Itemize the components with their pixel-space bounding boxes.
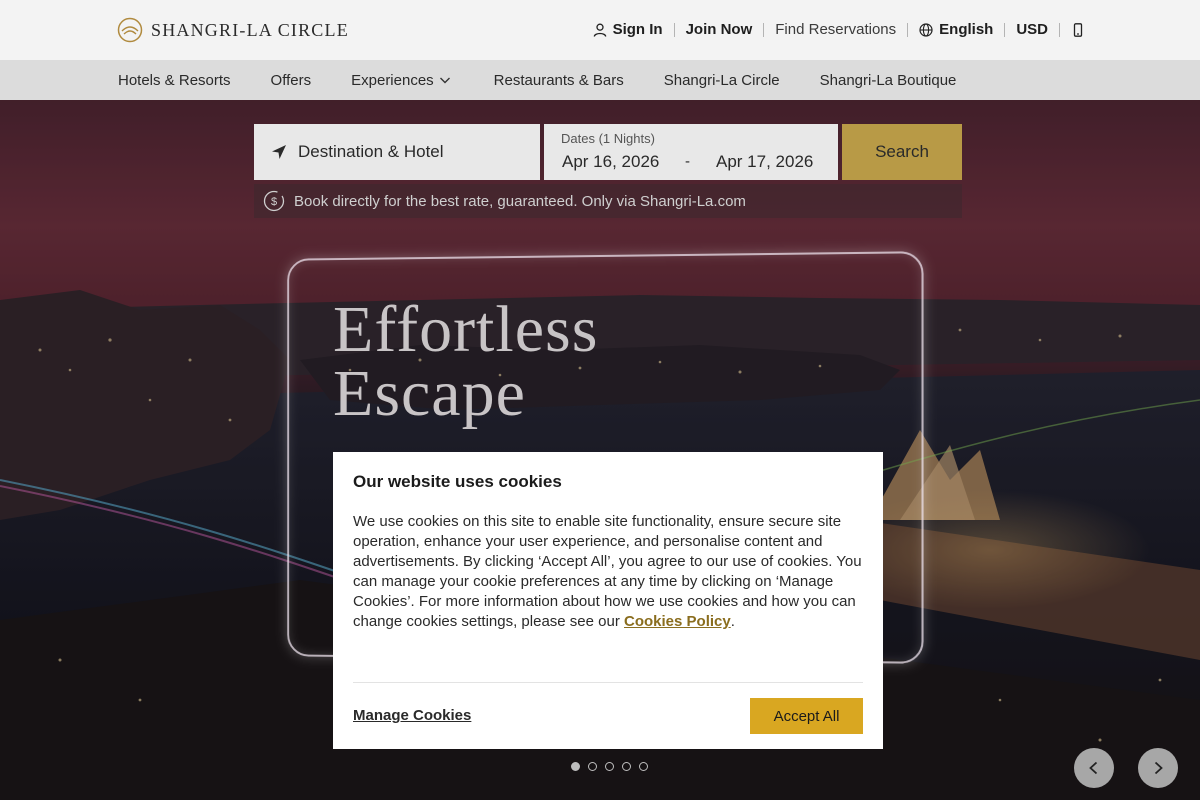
logo-emblem-icon — [117, 17, 143, 43]
brand-logo[interactable]: SHANGRI-LA CIRCLE — [117, 16, 349, 44]
carousel-dot-5[interactable] — [639, 762, 648, 771]
cookie-divider — [353, 682, 863, 683]
nav-restaurants-label: Restaurants & Bars — [493, 71, 624, 89]
carousel-pagination — [571, 762, 648, 771]
search-button[interactable]: Search — [842, 124, 962, 180]
nav-shangri-la-circle[interactable]: Shangri-La Circle — [664, 72, 780, 89]
sign-in-link[interactable]: Sign In — [582, 21, 674, 38]
destination-placeholder: Destination & Hotel — [298, 142, 444, 161]
nav-circle-label: Shangri-La Circle — [663, 71, 780, 89]
find-reservations-link[interactable]: Find Reservations — [763, 21, 907, 38]
nav-experiences[interactable]: Experiences — [351, 72, 452, 89]
best-rate-text: Book directly for the best rate, guarant… — [294, 192, 746, 210]
join-now-link[interactable]: Join Now — [673, 21, 764, 38]
carousel-dot-2[interactable] — [588, 762, 597, 771]
mobile-phone-icon — [1073, 23, 1083, 37]
nav-experiences-label: Experiences — [351, 71, 434, 89]
user-icon — [593, 23, 606, 37]
svg-text:$: $ — [271, 196, 277, 208]
sign-in-label: Sign In — [612, 21, 663, 38]
logo-text: SHANGRI-LA CIRCLE — [151, 19, 349, 40]
find-reservations-label: Find Reservations — [775, 21, 897, 38]
language-label: English — [939, 21, 994, 38]
carousel-prev-button[interactable] — [1074, 748, 1114, 788]
manage-cookies-button[interactable]: Manage Cookies — [353, 707, 471, 724]
nav-boutique-label: Shangri-La Boutique — [819, 71, 957, 89]
join-now-label: Join Now — [685, 21, 753, 38]
nav-shangri-la-boutique[interactable]: Shangri-La Boutique — [820, 72, 957, 89]
top-header: SHANGRI-LA CIRCLE Sign In Join Now Find … — [0, 0, 1200, 60]
chevron-right-icon — [1154, 761, 1163, 775]
cookie-consent-dialog: Our website uses cookies We use cookies … — [333, 452, 883, 749]
currency-selector[interactable]: USD — [1004, 21, 1059, 38]
cookies-policy-link[interactable]: Cookies Policy — [624, 613, 731, 630]
headline-line-2: Escape — [333, 357, 526, 430]
carousel-dot-4[interactable] — [622, 762, 631, 771]
main-nav-bar: Hotels & Resorts Offers Experiences Rest… — [0, 60, 1200, 100]
currency-label: USD — [1016, 21, 1048, 38]
carousel-dot-3[interactable] — [605, 762, 614, 771]
date-range-picker[interactable]: Dates (1 Nights) Apr 16, 2026 - Apr 17, … — [544, 124, 838, 180]
chevron-down-icon — [439, 77, 450, 84]
language-selector[interactable]: English — [907, 21, 1004, 38]
nav-hotels-resorts[interactable]: Hotels & Resorts — [118, 72, 231, 89]
carousel-next-button[interactable] — [1138, 748, 1178, 788]
accept-all-button[interactable]: Accept All — [750, 698, 863, 734]
location-arrow-icon — [272, 145, 286, 159]
booking-search-widget: Destination & Hotel Dates (1 Nights) Apr… — [254, 124, 962, 218]
date-separator: - — [685, 153, 690, 170]
headline-line-1: Effortless — [333, 293, 599, 366]
cookie-body: We use cookies on this site to enable si… — [353, 512, 863, 632]
check-out-date: Apr 17, 2026 — [716, 152, 814, 171]
dates-label: Dates (1 Nights) — [561, 131, 655, 146]
globe-icon — [919, 23, 933, 37]
destination-input[interactable]: Destination & Hotel — [254, 124, 540, 180]
cookie-body-text: We use cookies on this site to enable si… — [353, 513, 862, 630]
cookie-body-period: . — [730, 613, 735, 630]
carousel-dot-1[interactable] — [571, 762, 580, 771]
check-in-date: Apr 16, 2026 — [562, 152, 660, 171]
chevron-left-icon — [1089, 761, 1098, 775]
nav-hotels-label: Hotels & Resorts — [118, 71, 231, 89]
utility-nav: Sign In Join Now Find Reservations Engli… — [582, 0, 1096, 60]
main-nav: Hotels & Resorts Offers Experiences Rest… — [118, 60, 996, 100]
cookie-title: Our website uses cookies — [353, 472, 562, 491]
dollar-circle-icon: $ — [263, 190, 285, 212]
nav-restaurants-bars[interactable]: Restaurants & Bars — [494, 72, 624, 89]
hero-headline: Effortless Escape — [333, 293, 599, 430]
mobile-app-link[interactable] — [1059, 23, 1096, 37]
nav-offers-label: Offers — [270, 71, 312, 89]
nav-offers[interactable]: Offers — [271, 72, 312, 89]
best-rate-banner: $ Book directly for the best rate, guara… — [254, 184, 962, 218]
